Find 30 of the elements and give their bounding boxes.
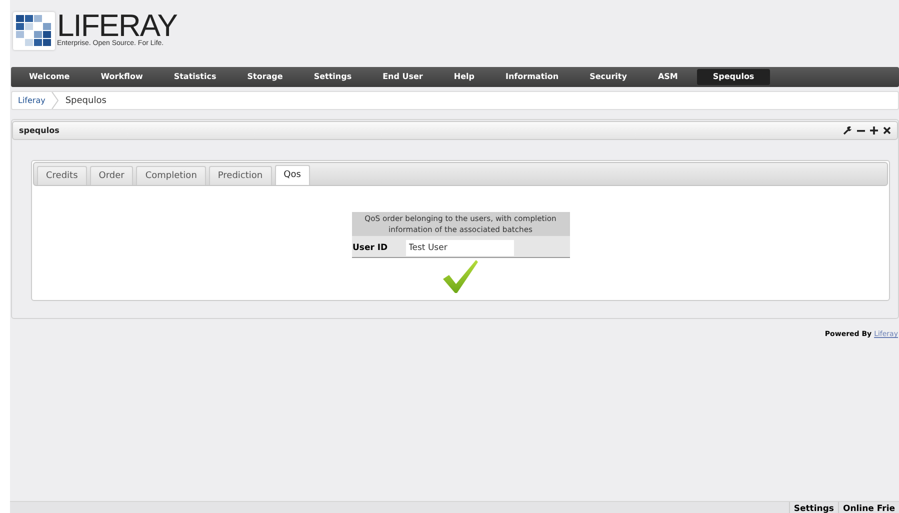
logo-wordmark: LIFERAY: [57, 12, 177, 40]
nav-tab[interactable]: Workflow: [88, 69, 155, 85]
tab[interactable]: Completion: [136, 166, 206, 185]
nav-tab[interactable]: Security: [578, 69, 639, 85]
nav-tab[interactable]: Help: [442, 69, 486, 85]
nav-tab[interactable]: Statistics: [162, 69, 228, 85]
dock-button[interactable]: Online Frie: [838, 502, 899, 513]
nav-tab[interactable]: Settings: [302, 69, 364, 85]
dock-button[interactable]: Settings: [788, 502, 838, 513]
nav-tab[interactable]: Information: [493, 69, 571, 85]
checkmark-icon[interactable]: [442, 260, 478, 294]
close-icon[interactable]: [883, 126, 891, 135]
breadcrumb-link[interactable]: Liferay: [12, 96, 52, 105]
tab[interactable]: Qos: [274, 165, 310, 185]
nav-tab[interactable]: Spequlos: [696, 69, 770, 85]
logo-icon: [13, 12, 55, 50]
nav-tab[interactable]: Welcome: [17, 69, 82, 85]
tab[interactable]: Prediction: [208, 166, 272, 185]
maximize-icon[interactable]: [870, 126, 878, 135]
wrench-icon[interactable]: [843, 126, 852, 135]
breadcrumb-link[interactable]: Spequlos: [59, 96, 112, 106]
tab[interactable]: Credits: [37, 166, 87, 185]
nav-tab[interactable]: End User: [370, 69, 435, 85]
portlet-title: spequlos: [19, 126, 60, 135]
nav-tab[interactable]: Storage: [235, 69, 295, 85]
chevron-icon: [51, 92, 60, 109]
user-id-field[interactable]: Test User: [406, 240, 514, 256]
nav-tab[interactable]: ASM: [646, 69, 690, 85]
field-label: User ID: [352, 243, 389, 253]
tab[interactable]: Order: [90, 166, 134, 185]
